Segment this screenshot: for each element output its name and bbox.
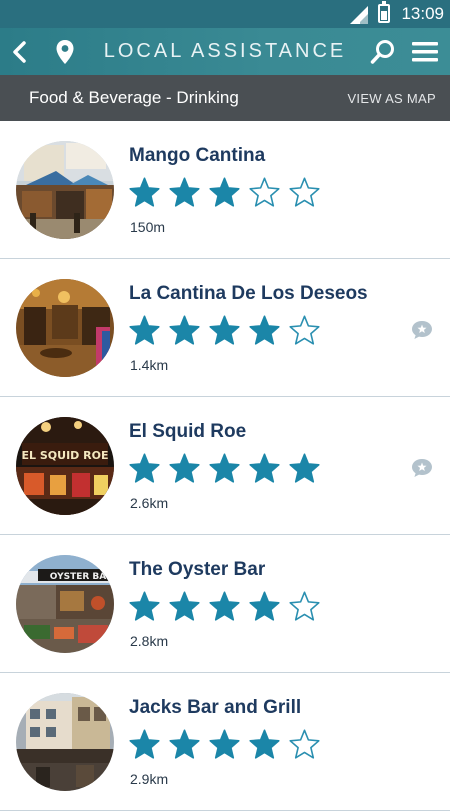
star-empty-icon bbox=[289, 177, 320, 207]
star-filled-icon bbox=[249, 453, 280, 483]
listing-distance: 2.8km bbox=[130, 633, 169, 649]
listing-photo bbox=[16, 141, 114, 239]
listing-photo bbox=[16, 693, 114, 791]
listing-row[interactable]: EL SQUID ROE El Squid Roe 2.6km bbox=[0, 397, 450, 535]
listing-name: Jacks Bar and Grill bbox=[129, 697, 302, 718]
star-filled-icon bbox=[129, 177, 160, 207]
app-bar: LOCAL ASSISTANCE bbox=[0, 28, 450, 75]
star-filled-icon bbox=[129, 591, 160, 621]
category-bar: Food & Beverage - Drinking VIEW AS MAP bbox=[0, 75, 450, 121]
star-filled-icon bbox=[249, 315, 280, 345]
star-filled-icon bbox=[249, 729, 280, 759]
star-filled-icon bbox=[169, 591, 200, 621]
menu-button[interactable] bbox=[409, 36, 441, 68]
listing-name: Mango Cantina bbox=[129, 145, 266, 166]
star-rating bbox=[127, 590, 322, 622]
star-filled-icon bbox=[209, 591, 240, 621]
listing-distance: 150m bbox=[130, 219, 166, 235]
star-filled-icon bbox=[169, 453, 200, 483]
status-bar: 13:09 bbox=[0, 0, 450, 28]
listing-photo: EL SQUID ROE bbox=[16, 417, 114, 515]
star-empty-icon bbox=[249, 177, 280, 207]
star-filled-icon bbox=[129, 729, 160, 759]
clock: 13:09 bbox=[401, 4, 444, 23]
star-rating bbox=[127, 314, 322, 346]
star-filled-icon bbox=[129, 453, 160, 483]
reviews-icon[interactable] bbox=[411, 458, 433, 482]
battery-icon bbox=[378, 1, 390, 23]
star-empty-icon bbox=[289, 729, 320, 759]
hamburger-menu-icon bbox=[412, 42, 438, 62]
star-filled-icon bbox=[209, 453, 240, 483]
star-filled-icon bbox=[169, 729, 200, 759]
star-filled-icon bbox=[289, 453, 320, 483]
star-filled-icon bbox=[169, 177, 200, 207]
star-filled-icon bbox=[209, 729, 240, 759]
sign-text: OYSTER BA bbox=[50, 572, 107, 582]
sign-text: EL SQUID ROE bbox=[22, 449, 109, 462]
listing-row[interactable]: La Cantina De Los Deseos 1.4km bbox=[0, 259, 450, 397]
listing-photo: OYSTER BA bbox=[16, 555, 114, 653]
listing-photo bbox=[16, 279, 114, 377]
listing-row[interactable]: Jacks Bar and Grill 2.9km bbox=[0, 673, 450, 811]
listing-row[interactable]: Mango Cantina 150m bbox=[0, 121, 450, 259]
star-filled-icon bbox=[209, 315, 240, 345]
listing-distance: 1.4km bbox=[130, 357, 169, 373]
star-filled-icon bbox=[249, 591, 280, 621]
view-as-map-link[interactable]: VIEW AS MAP bbox=[347, 91, 436, 106]
star-filled-icon bbox=[169, 315, 200, 345]
category-label: Food & Beverage - Drinking bbox=[29, 88, 239, 107]
listing-row[interactable]: OYSTER BA The Oyster Bar 2.8km bbox=[0, 535, 450, 673]
search-button[interactable] bbox=[367, 36, 399, 68]
listing-name: El Squid Roe bbox=[129, 421, 247, 442]
star-rating bbox=[127, 728, 322, 760]
listing-list: Mango Cantina 150m La Cantina De Los Des… bbox=[0, 121, 450, 811]
star-rating bbox=[127, 176, 322, 208]
signal-icon bbox=[350, 6, 368, 24]
listing-name: La Cantina De Los Deseos bbox=[129, 283, 368, 304]
listing-name: The Oyster Bar bbox=[129, 559, 266, 580]
star-empty-icon bbox=[289, 591, 320, 621]
listing-distance: 2.6km bbox=[130, 495, 169, 511]
star-empty-icon bbox=[289, 315, 320, 345]
star-filled-icon bbox=[129, 315, 160, 345]
star-rating bbox=[127, 452, 322, 484]
search-icon bbox=[370, 40, 394, 64]
star-filled-icon bbox=[209, 177, 240, 207]
reviews-icon[interactable] bbox=[411, 320, 433, 344]
listing-distance: 2.9km bbox=[130, 771, 169, 787]
